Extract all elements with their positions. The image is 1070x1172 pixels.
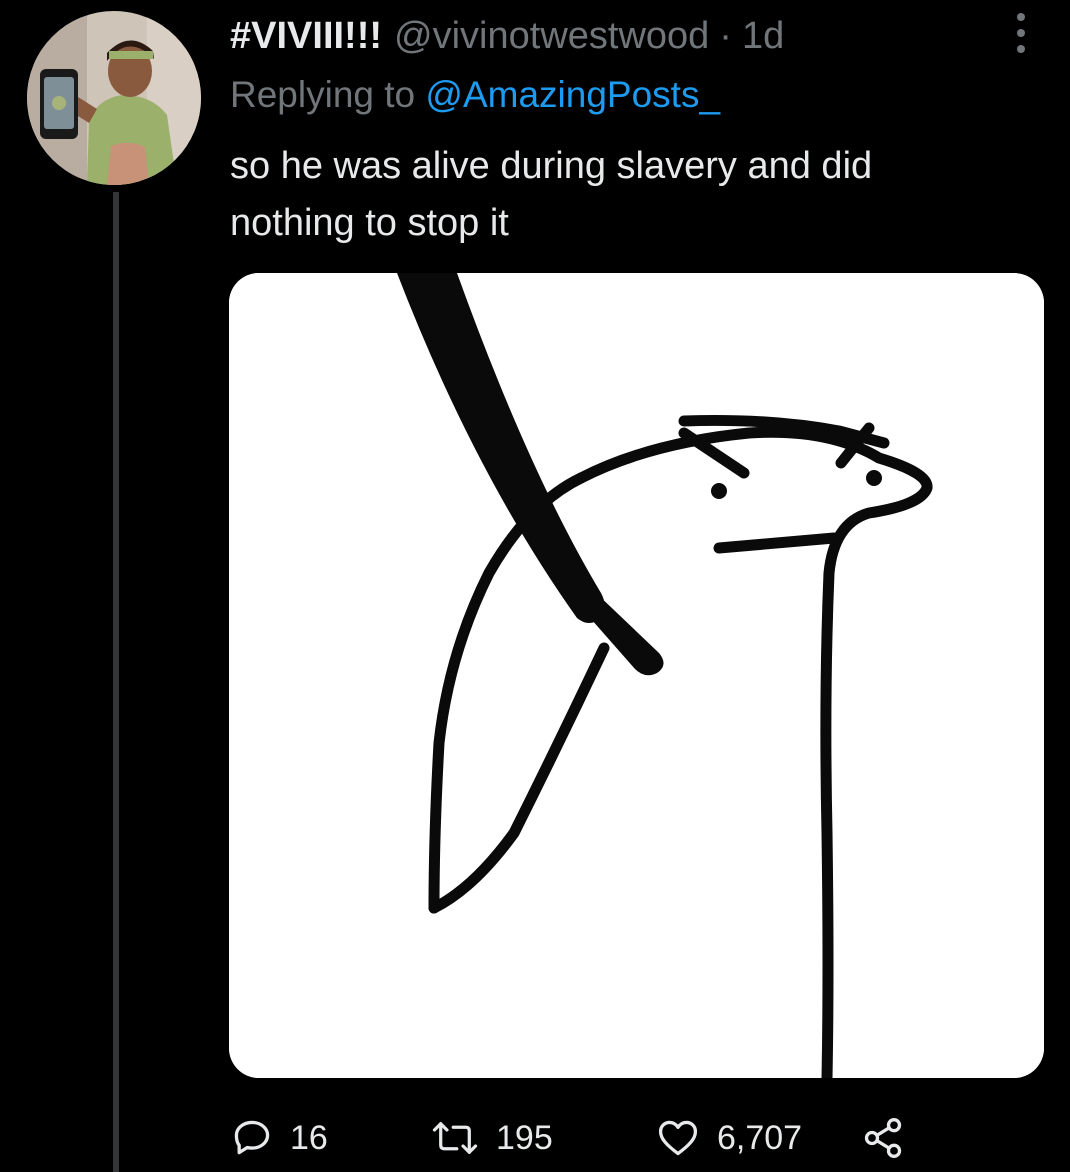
separator-dot: · xyxy=(719,14,732,57)
meme-drawing-icon xyxy=(229,273,1044,1078)
retweet-count: 195 xyxy=(496,1118,553,1157)
profile-photo-icon xyxy=(27,11,201,185)
replying-to-label: Replying to xyxy=(230,74,416,115)
retweet-icon xyxy=(432,1122,478,1154)
like-button[interactable]: 6,707 xyxy=(655,1110,802,1166)
reply-icon xyxy=(234,1120,270,1155)
heart-icon xyxy=(658,1120,698,1156)
like-count: 6,707 xyxy=(717,1118,803,1157)
tweet-header: #VIVIII!!! @vivinotwestwood · 1d xyxy=(230,12,784,60)
tweet-media-image[interactable] xyxy=(229,273,1044,1078)
more-options-button[interactable] xyxy=(996,8,1046,58)
retweet-button[interactable]: 195 xyxy=(430,1110,553,1166)
user-handle[interactable]: @vivinotwestwood xyxy=(394,15,709,58)
share-icon xyxy=(864,1118,902,1158)
replying-to: Replying to @AmazingPosts_ xyxy=(230,74,720,116)
replying-to-mention[interactable]: @AmazingPosts_ xyxy=(425,74,720,115)
avatar[interactable] xyxy=(27,11,201,185)
tweet-actions: 16 195 6,707 xyxy=(230,1110,1030,1166)
tweet-text-line: so he was alive during slavery and did xyxy=(230,145,873,187)
share-button[interactable] xyxy=(860,1110,906,1166)
thread-line xyxy=(113,192,119,1172)
display-name[interactable]: #VIVIII!!! xyxy=(230,15,382,58)
tweet-text-line: nothing to stop it xyxy=(230,202,509,244)
tweet-text: so he was alive during slavery and did n… xyxy=(230,138,1030,252)
reply-button[interactable]: 16 xyxy=(230,1110,328,1166)
more-vertical-icon xyxy=(1017,13,1025,53)
reply-count: 16 xyxy=(290,1118,328,1157)
timestamp[interactable]: 1d xyxy=(742,15,784,58)
